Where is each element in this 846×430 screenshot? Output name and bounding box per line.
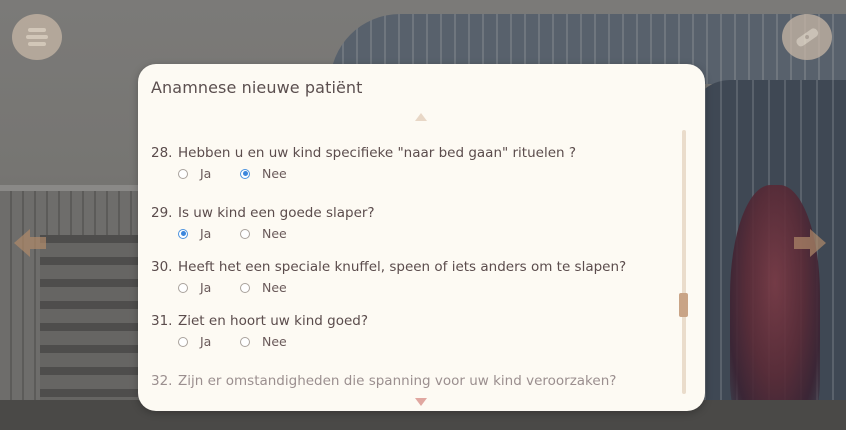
radio-ja[interactable] — [178, 282, 188, 293]
question-number: 28. — [151, 145, 173, 161]
option-label: Nee — [262, 334, 287, 349]
question-text: Is uw kind een goede slaper? — [178, 205, 375, 221]
menu-button[interactable] — [12, 14, 62, 60]
radio-ja[interactable] — [178, 168, 188, 179]
question-text: Heeft het een speciale knuffel, speen of… — [178, 259, 627, 275]
triangle-down-icon[interactable] — [414, 397, 428, 407]
option-ja[interactable]: Ja — [178, 226, 211, 241]
question-number: 31. — [151, 313, 173, 329]
menu-stack-icon — [26, 28, 48, 46]
option-ja[interactable]: Ja — [178, 280, 211, 295]
option-nee[interactable]: Nee — [240, 280, 287, 295]
question-number: 32. — [151, 373, 173, 389]
option-nee[interactable]: Nee — [240, 334, 287, 349]
question-number: 29. — [151, 205, 173, 221]
arrow-left-icon[interactable] — [12, 226, 48, 260]
radio-nee[interactable] — [240, 336, 250, 347]
option-label: Ja — [200, 334, 212, 349]
questionnaire-modal: Anamnese nieuwe patiënt 28. Hebben u en u… — [138, 64, 705, 411]
question-30: 30. Heeft het een speciale knuffel, speen… — [151, 259, 626, 275]
radio-ja[interactable] — [178, 336, 188, 347]
modal-title: Anamnese nieuwe patiënt — [151, 78, 363, 97]
background-sculpture — [730, 185, 820, 430]
radio-ja[interactable] — [178, 228, 188, 239]
option-nee[interactable]: Nee — [240, 166, 287, 181]
option-label: Ja — [200, 166, 212, 181]
scrollbar-thumb[interactable] — [679, 293, 688, 317]
question-31: 31. Ziet en hoort uw kind goed? — [151, 313, 368, 329]
question-32: 32. Zijn er omstandigheden die spanning v… — [151, 373, 616, 389]
question-29: 29. Is uw kind een goede slaper? — [151, 205, 375, 221]
question-text: Ziet en hoort uw kind goed? — [178, 313, 368, 329]
radio-nee[interactable] — [240, 282, 250, 293]
option-label: Nee — [262, 280, 287, 295]
question-28: 28. Hebben u en uw kind specifieke "naar … — [151, 145, 576, 161]
triangle-up-icon[interactable] — [414, 112, 428, 122]
first-aid-button[interactable] — [782, 14, 832, 60]
option-ja[interactable]: Ja — [178, 334, 211, 349]
radio-nee[interactable] — [240, 228, 250, 239]
question-text: Hebben u en uw kind specifieke "naar bed… — [178, 145, 577, 161]
option-label: Nee — [262, 166, 287, 181]
option-label: Ja — [200, 280, 212, 295]
radio-nee[interactable] — [240, 168, 250, 179]
option-label: Nee — [262, 226, 287, 241]
bandage-icon — [796, 28, 819, 47]
question-number: 30. — [151, 259, 173, 275]
scrollbar-track[interactable] — [682, 130, 686, 394]
option-nee[interactable]: Nee — [240, 226, 287, 241]
option-label: Ja — [200, 226, 212, 241]
option-ja[interactable]: Ja — [178, 166, 211, 181]
arrow-right-icon[interactable] — [792, 226, 828, 260]
question-text: Zijn er omstandigheden die spanning voor… — [178, 373, 617, 389]
